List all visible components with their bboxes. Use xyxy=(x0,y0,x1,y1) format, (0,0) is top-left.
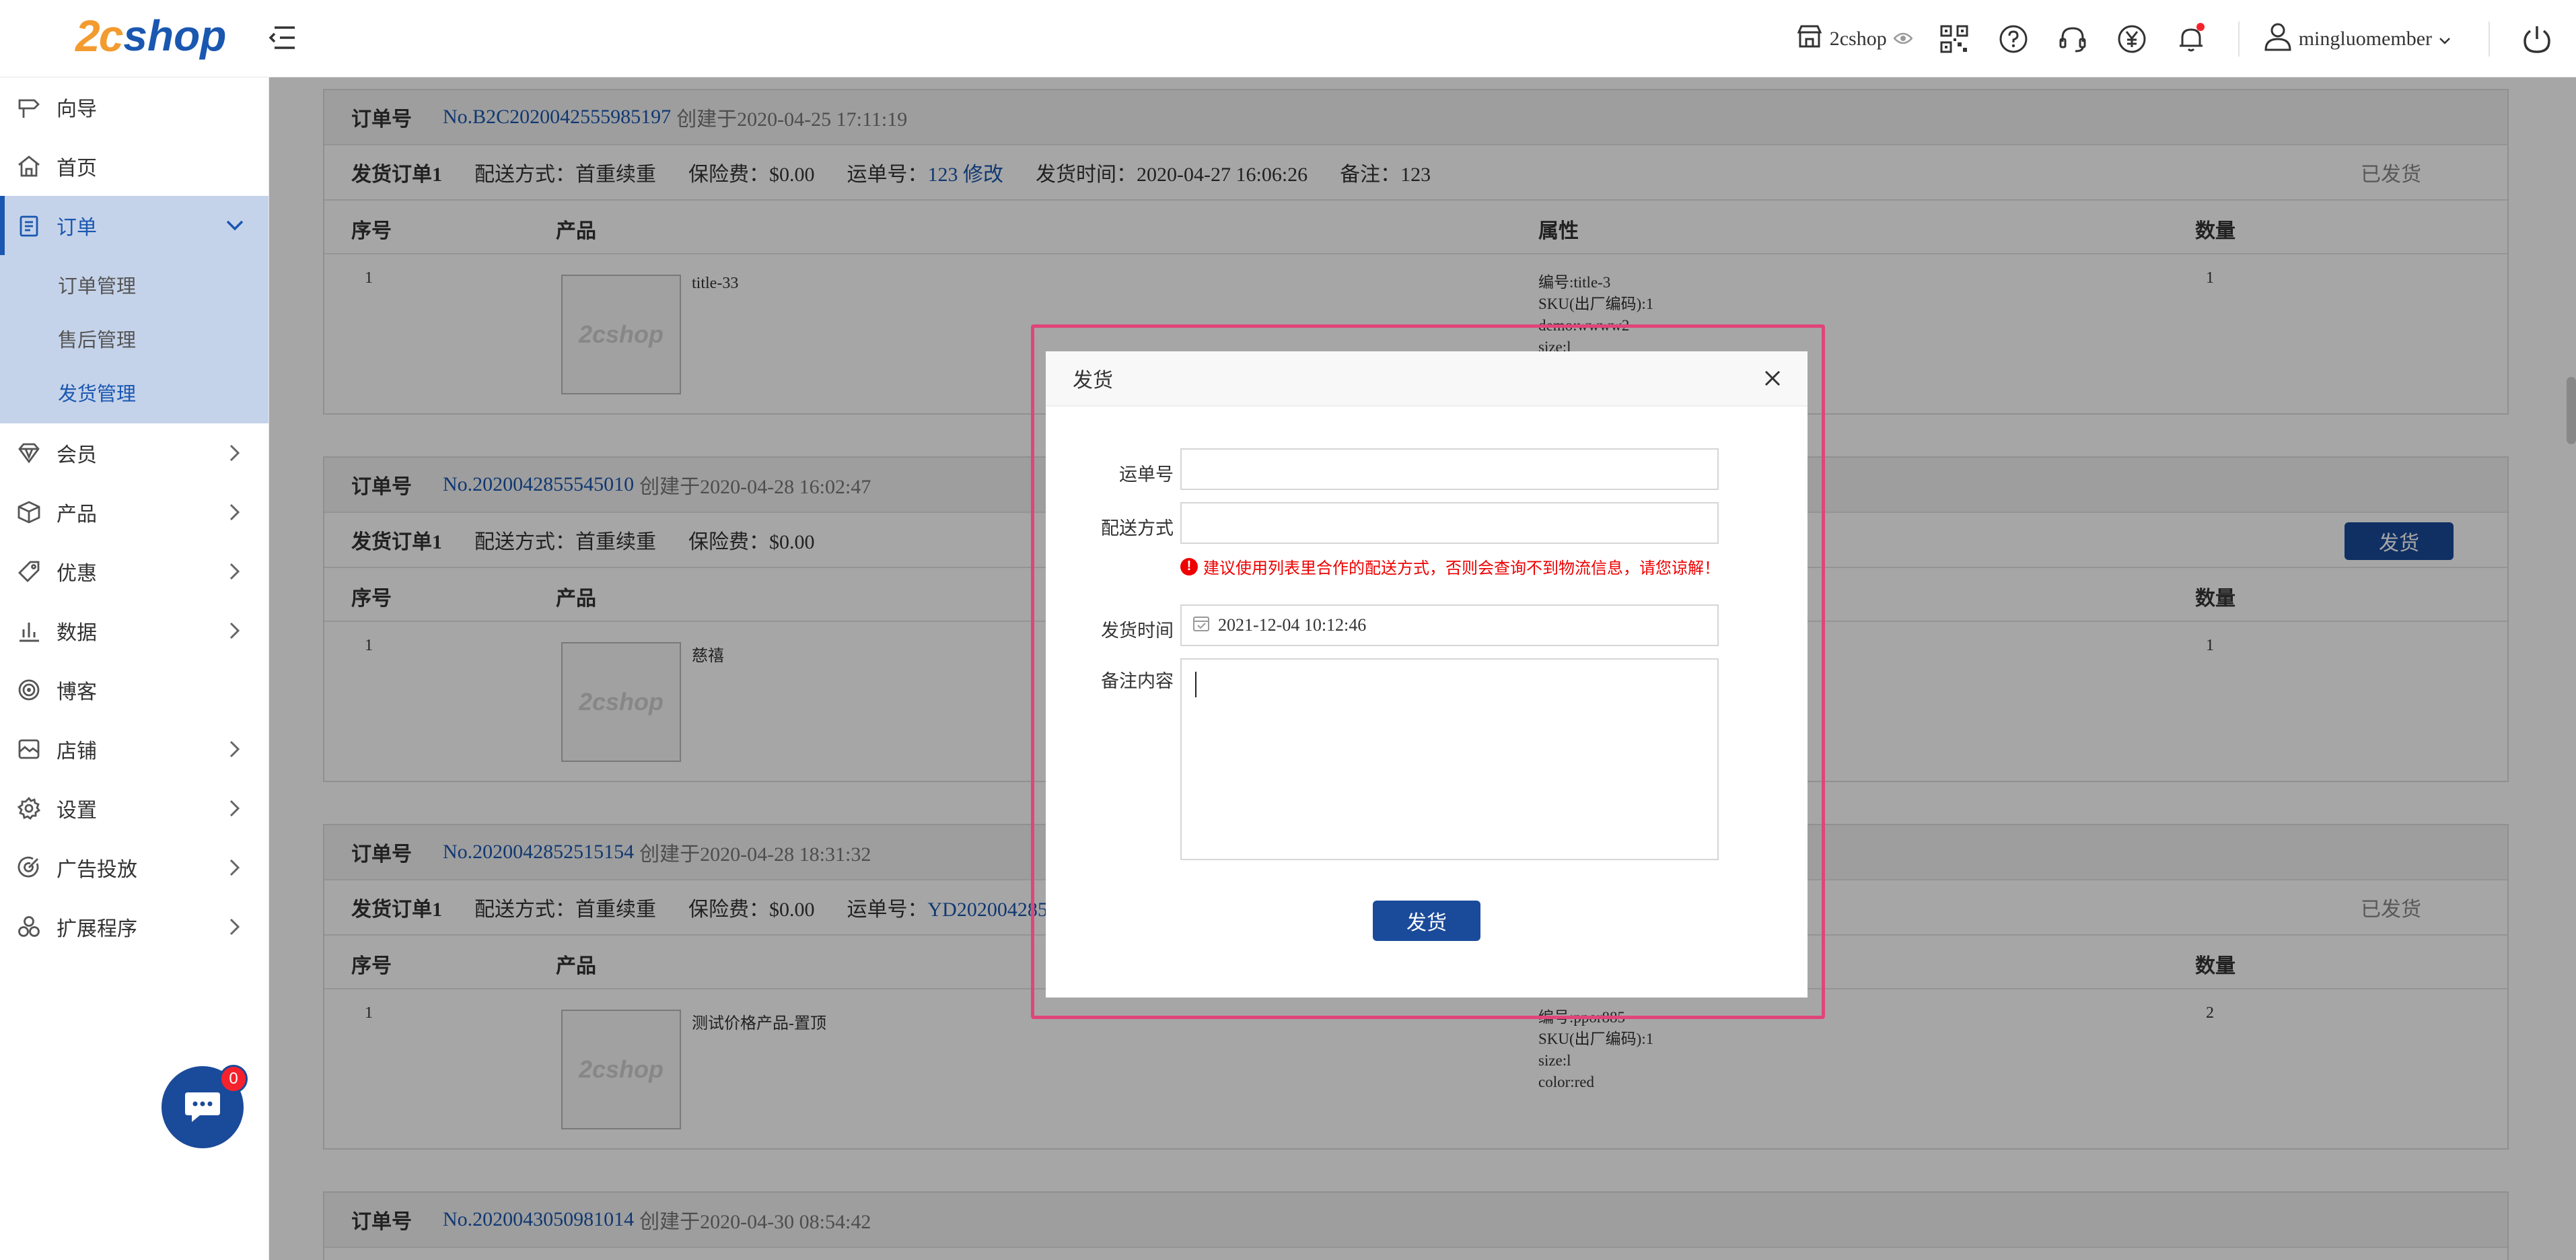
clipboard-icon xyxy=(15,211,43,240)
ship-dialog: 发货 运单号 配送方式 ! 建议使用列表里合作的配送方式，否则会查询不到物流信息… xyxy=(1046,351,1808,998)
waybill-label: 运单号 xyxy=(1119,464,1174,485)
sidebar-item-orders[interactable]: 订单 xyxy=(0,196,269,255)
warning-icon: ! xyxy=(1180,557,1198,575)
sidebar-item-shop[interactable]: 店铺 xyxy=(0,720,269,779)
header-divider xyxy=(2238,21,2240,57)
chat-button[interactable]: 0 xyxy=(162,1065,248,1148)
help-icon[interactable] xyxy=(1984,0,2043,77)
logo-text: shop xyxy=(123,11,227,60)
sidebar-item-data[interactable]: 数据 xyxy=(0,601,269,660)
submenu-after-sales[interactable]: 售后管理 xyxy=(0,312,269,365)
chevron-right-icon xyxy=(224,738,246,760)
sidebar-item-label: 产品 xyxy=(57,503,97,526)
store-switcher[interactable]: 2cshop xyxy=(1789,0,1925,77)
bell-icon[interactable] xyxy=(2161,0,2221,77)
ship-time-value: 2021-12-04 10:12:46 xyxy=(1218,615,1367,635)
sidebar-item-label: 数据 xyxy=(57,622,97,644)
eye-icon[interactable] xyxy=(1892,28,1913,50)
sidebar-item-extensions[interactable]: 扩展程序 xyxy=(0,897,269,956)
sidebar-item-label: 扩展程序 xyxy=(57,918,137,940)
delivery-method-input[interactable] xyxy=(1180,502,1719,544)
submenu-shipping-management[interactable]: 发货管理 xyxy=(0,365,269,419)
sidebar-item-guide[interactable]: 向导 xyxy=(0,77,269,137)
chevron-right-icon xyxy=(224,620,246,641)
user-icon xyxy=(2264,22,2292,57)
store-icon xyxy=(1796,24,1823,54)
dialog-header: 发货 xyxy=(1046,351,1808,407)
shop-icon xyxy=(15,735,43,763)
sidebar-item-label: 博客 xyxy=(57,681,97,703)
menu-collapse-icon[interactable] xyxy=(264,20,301,55)
chevron-right-icon xyxy=(224,916,246,938)
user-menu[interactable]: mingluomember xyxy=(2257,22,2471,57)
sidebar-item-label: 订单 xyxy=(57,217,97,239)
tag-icon xyxy=(15,557,43,586)
sidebar-item-label: 设置 xyxy=(57,800,97,822)
chat-bubble-icon xyxy=(184,1088,221,1127)
bullseye-icon xyxy=(15,853,43,882)
dialog-title: 发货 xyxy=(1073,370,1113,392)
text-cursor xyxy=(1195,672,1196,697)
chevron-down-icon xyxy=(2439,28,2451,50)
sidebar-item-ads[interactable]: 广告投放 xyxy=(0,838,269,897)
home-icon xyxy=(15,152,43,180)
sidebar-item-products[interactable]: 产品 xyxy=(0,483,269,542)
modules-icon xyxy=(15,913,43,941)
ship-time-label: 发货时间 xyxy=(1101,621,1174,641)
header-divider xyxy=(2489,21,2490,57)
sidebar-item-blog[interactable]: 博客 xyxy=(0,660,269,720)
submit-ship-button[interactable]: 发货 xyxy=(1373,901,1480,941)
logo[interactable]: 2c shop xyxy=(75,5,226,66)
remark-textarea[interactable] xyxy=(1180,658,1719,860)
qrcode-icon[interactable] xyxy=(1925,0,1984,77)
remark-label: 备注内容 xyxy=(1101,671,1174,691)
username: mingluomember xyxy=(2298,27,2432,50)
sidebar-item-label: 广告投放 xyxy=(57,859,137,881)
chevron-right-icon xyxy=(224,798,246,819)
sidebar-item-label: 店铺 xyxy=(57,740,97,763)
sidebar-item-members[interactable]: 会员 xyxy=(0,423,269,483)
close-icon[interactable] xyxy=(1759,365,1786,392)
calendar-icon xyxy=(1192,615,1210,637)
ship-time-input[interactable]: 2021-12-04 10:12:46 xyxy=(1180,604,1719,646)
logo-mark: 2c xyxy=(75,11,123,61)
warning-text: 建议使用列表里合作的配送方式，否则会查询不到物流信息，请您谅解！ xyxy=(1203,560,1720,578)
yen-icon[interactable] xyxy=(2102,0,2161,77)
target-icon xyxy=(15,676,43,704)
gear-icon xyxy=(15,794,43,823)
chevron-right-icon xyxy=(224,501,246,523)
diamond-icon xyxy=(15,439,43,467)
signpost-icon xyxy=(15,93,43,121)
waybill-input[interactable] xyxy=(1180,448,1719,490)
sidebar-item-home[interactable]: 首页 xyxy=(0,137,269,196)
delivery-warning: ! 建议使用列表里合作的配送方式，否则会查询不到物流信息，请您谅解！ xyxy=(1180,555,1720,578)
delivery-label: 配送方式 xyxy=(1101,518,1174,538)
chevron-down-icon xyxy=(224,215,246,236)
chevron-right-icon xyxy=(224,561,246,582)
sidebar-item-label: 向导 xyxy=(57,98,97,120)
chevron-right-icon xyxy=(224,442,246,464)
store-name: 2cshop xyxy=(1829,27,1887,50)
submenu-order-management[interactable]: 订单管理 xyxy=(0,258,269,312)
sidebar-item-label: 优惠 xyxy=(57,563,97,585)
sidebar-item-settings[interactable]: 设置 xyxy=(0,779,269,838)
bar-chart-icon xyxy=(15,617,43,645)
top-header: 2c shop 2cshop mingluomember xyxy=(0,0,2576,77)
notification-dot xyxy=(2196,23,2205,31)
sidebar-item-label: 首页 xyxy=(57,158,97,180)
page-scrollbar[interactable] xyxy=(2567,377,2576,444)
headset-icon[interactable] xyxy=(2043,0,2102,77)
orders-submenu: 订单管理 售后管理 发货管理 xyxy=(0,255,269,423)
chevron-right-icon xyxy=(224,857,246,878)
sidebar-item-promotions[interactable]: 优惠 xyxy=(0,542,269,601)
box-icon xyxy=(15,498,43,526)
sidebar-item-label: 会员 xyxy=(57,444,97,466)
power-icon[interactable] xyxy=(2507,0,2567,77)
chat-badge: 0 xyxy=(219,1065,248,1093)
